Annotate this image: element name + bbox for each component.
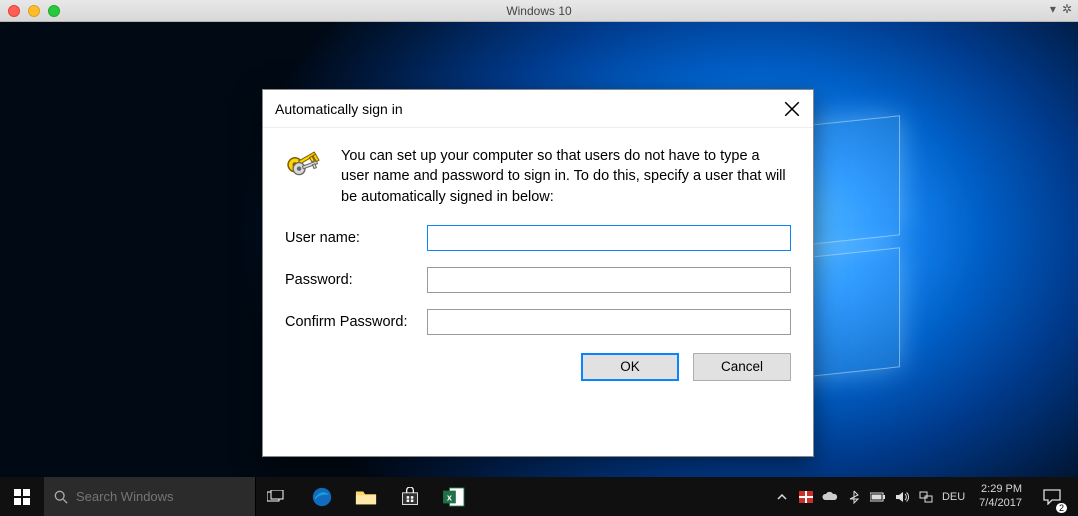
excel-icon: x [443,487,465,507]
auto-signin-dialog: Automatically sign in [262,89,814,457]
taskbar-clock[interactable]: 2:29 PM 7/4/2017 [979,483,1022,509]
task-view-button[interactable] [256,477,296,516]
taskbar-pinned-apps: x [300,477,476,516]
mac-window-title: Windows 10 [0,4,1078,18]
confirm-password-label: Confirm Password: [285,314,427,330]
dialog-titlebar[interactable]: Automatically sign in [263,90,813,128]
notification-badge: 2 [1056,503,1067,513]
action-center-button[interactable]: 2 [1034,477,1070,516]
store-icon [400,487,420,507]
password-input[interactable] [427,267,791,293]
cancel-button[interactable]: Cancel [693,353,791,381]
taskbar-app-file-explorer[interactable] [344,477,388,516]
taskbar-app-edge[interactable] [300,477,344,516]
taskbar-search-input[interactable] [76,489,246,504]
taskbar-search[interactable] [44,477,256,516]
username-label: User name: [285,230,427,246]
search-icon [54,490,68,504]
keys-icon [285,146,325,186]
tray-language-indicator[interactable]: DEU [942,491,965,503]
password-label: Password: [285,272,427,288]
edge-icon [311,486,333,508]
system-tray: DEU 2:29 PM 7/4/2017 2 [774,477,1078,516]
svg-text:x: x [447,492,452,502]
task-view-icon [267,490,285,504]
mac-titlebar: Windows 10 ▾ ✲ [0,0,1078,22]
taskbar-app-store[interactable] [388,477,432,516]
username-input[interactable] [427,225,791,251]
vm-settings-gear-icon[interactable]: ✲ [1062,2,1072,16]
tray-onedrive-icon[interactable] [822,489,838,505]
ok-button[interactable]: OK [581,353,679,381]
taskbar-date: 7/4/2017 [979,497,1022,510]
dialog-title: Automatically sign in [275,101,403,117]
folder-icon [355,487,377,507]
vm-menu-dropdown-icon[interactable]: ▾ [1050,2,1056,16]
tray-flag-icon[interactable] [798,489,814,505]
tray-network-icon[interactable] [918,489,934,505]
windows-taskbar: x DEU 2:29 PM 7/4/2017 2 [0,477,1078,516]
tray-bluetooth-icon[interactable] [846,489,862,505]
taskbar-app-excel[interactable]: x [432,477,476,516]
tray-volume-icon[interactable] [894,489,910,505]
confirm-password-input[interactable] [427,309,791,335]
dialog-description: You can set up your computer so that use… [341,146,791,207]
windows-logo-icon [14,489,30,505]
start-button[interactable] [0,477,44,516]
tray-battery-icon[interactable] [870,489,886,505]
tray-chevron-up-icon[interactable] [774,489,790,505]
dialog-close-button[interactable] [783,100,801,118]
windows-desktop: Automatically sign in [0,22,1078,477]
taskbar-time: 2:29 PM [979,483,1022,496]
close-icon [783,100,801,118]
